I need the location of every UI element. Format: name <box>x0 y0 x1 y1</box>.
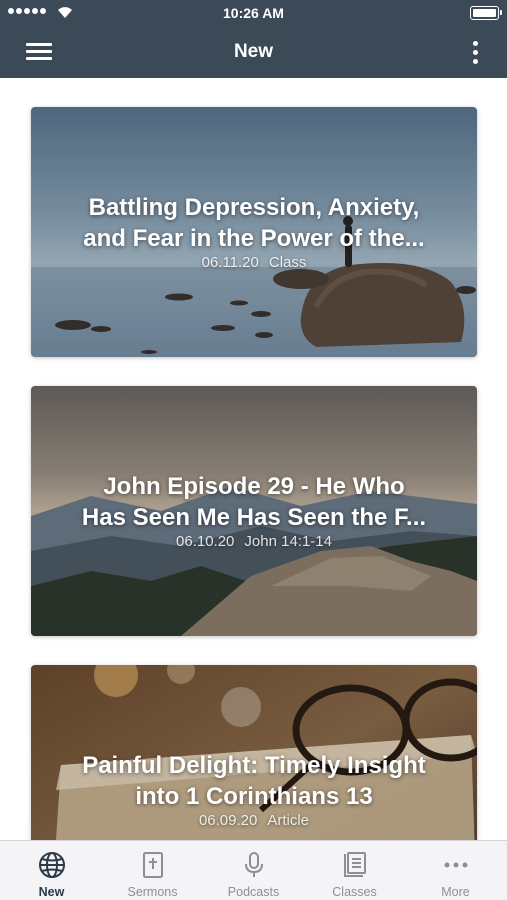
tab-sermons[interactable]: Sermons <box>102 841 203 900</box>
tab-classes[interactable]: Classes <box>304 841 405 900</box>
tab-label: Podcasts <box>227 885 280 899</box>
status-time: 10:26 AM <box>223 5 284 21</box>
tab-label: More <box>441 885 470 899</box>
card-title-line: into 1 Corinthians 13 <box>135 783 373 810</box>
card-date: 06.09.20 <box>198 812 258 829</box>
card-title-line: and Fear in the Power of the... <box>83 225 425 252</box>
battery-icon <box>470 6 502 20</box>
card-title: John Episode 29 - He Who Has Seen Me Has… <box>51 471 457 533</box>
tab-new[interactable]: New <box>1 841 102 900</box>
card-title: Battling Depression, Anxiety, and Fear i… <box>51 192 457 254</box>
card-date: 06.11.20 <box>201 254 259 271</box>
card-title-line: Painful Delight: Timely Insight <box>82 752 426 779</box>
card-date: 06.10.20 <box>176 533 235 550</box>
overflow-menu-button[interactable] <box>471 38 481 68</box>
tab-bar: New Sermons Podcasts Classes More <box>0 840 507 900</box>
book-icon <box>344 852 366 877</box>
card-title-line: Battling Depression, Anxiety, <box>88 194 420 221</box>
globe-icon <box>39 852 65 878</box>
card-meta: 06.09.20 Article <box>31 812 477 829</box>
card-category: Class <box>268 254 307 271</box>
page-title: New <box>233 41 274 62</box>
card-meta: 06.11.20 Class <box>31 254 477 271</box>
bible-cross-icon <box>143 852 163 878</box>
tab-label: New <box>38 885 65 899</box>
microphone-icon <box>245 852 263 877</box>
card-title: Painful Delight: Timely Insight into 1 C… <box>51 750 457 812</box>
tab-podcasts[interactable]: Podcasts <box>203 841 304 900</box>
tab-more[interactable]: More <box>405 841 506 900</box>
content-card[interactable]: Battling Depression, Anxiety, and Fear i… <box>31 107 477 357</box>
nav-bar: New <box>0 26 507 78</box>
content-feed[interactable]: Battling Depression, Anxiety, and Fear i… <box>0 78 507 840</box>
content-card[interactable]: Painful Delight: Timely Insight into 1 C… <box>31 665 477 840</box>
more-dots-icon <box>444 862 468 868</box>
tab-label: Sermons <box>127 885 178 899</box>
status-bar: 10:26 AM <box>0 0 507 26</box>
card-title-line: John Episode 29 - He Who <box>103 473 405 500</box>
tab-label: Classes <box>332 885 377 899</box>
content-card[interactable]: John Episode 29 - He Who Has Seen Me Has… <box>31 386 477 636</box>
card-category: John 14:1-14 <box>244 533 332 550</box>
card-meta: 06.10.20 John 14:1-14 <box>31 533 477 550</box>
card-category: Article <box>267 812 310 829</box>
card-title-line: Has Seen Me Has Seen the F... <box>81 504 427 531</box>
